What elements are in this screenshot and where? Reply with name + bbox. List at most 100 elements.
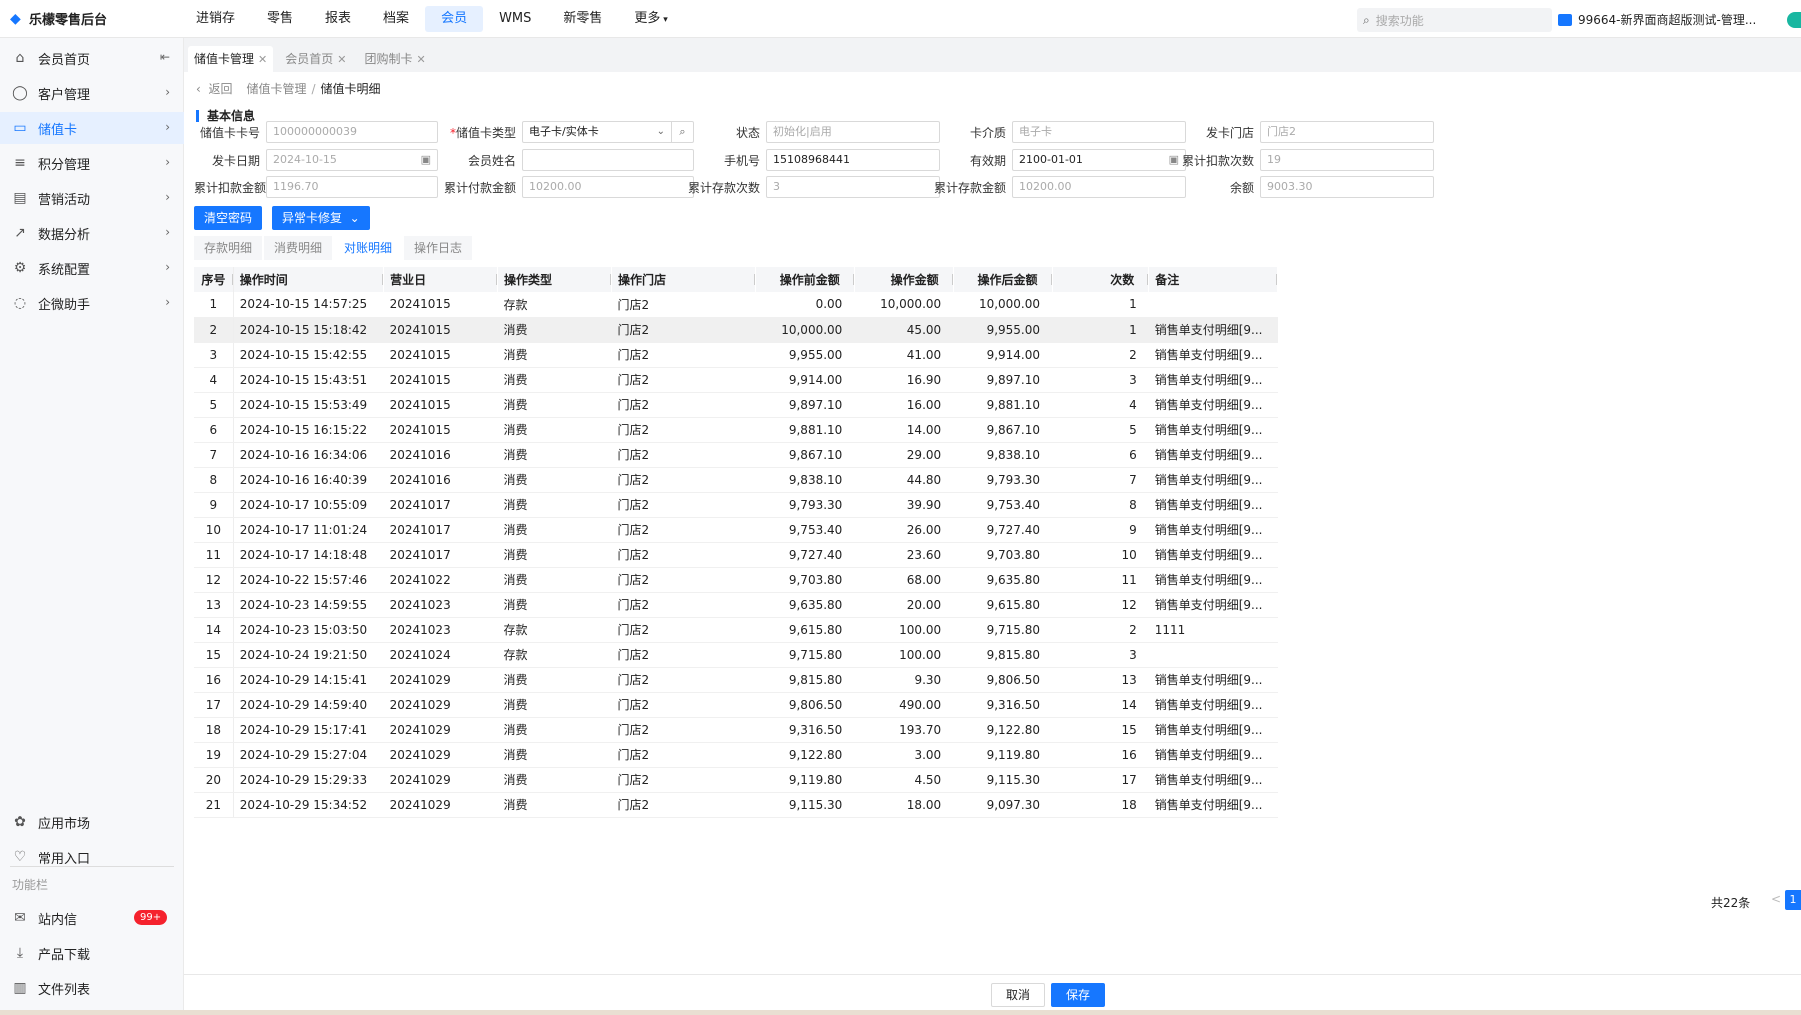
clear-password-button[interactable]: 清空密码 [194, 206, 263, 230]
table-row[interactable]: 2 2024-10-15 15:18:42 20241015 消费 门店2 10,000.… [194, 317, 1278, 343]
sidebar-tool-item-2[interactable]: ▥ 文件列表 [0, 972, 184, 1004]
sidebar-item-5[interactable]: ↗ 数据分析 › [0, 217, 184, 249]
sidebar-item-1[interactable]: ◯ 客户管理 › [0, 77, 184, 109]
table-cell: 20241015 [383, 292, 498, 318]
column-header-label: 操作后金额 [977, 273, 1038, 287]
column-resize-handle[interactable] [1276, 274, 1277, 285]
topnav-item-4[interactable]: 会员 [425, 5, 484, 32]
sidebar-tool-item-1[interactable]: ⤓ 产品下载 [0, 937, 184, 969]
issue-store-input[interactable]: 门店2 [1260, 121, 1434, 143]
page-tab-1[interactable]: 会员首页 ✕ [279, 46, 353, 72]
sidebar-item-2[interactable]: ▭ 储值卡 › [0, 112, 184, 144]
table-row[interactable]: 9 2024-10-17 10:55:09 20241017 消费 门店2 9,793.3… [194, 492, 1278, 518]
detail-tab-0[interactable]: 存款明细 [194, 236, 263, 260]
repair-card-button[interactable]: 异常卡修复 ⌄ [272, 206, 370, 230]
close-icon[interactable]: ✕ [258, 53, 267, 66]
column-header-7[interactable]: 操作后金额 [953, 267, 1053, 292]
topnav-item-2[interactable]: 报表 [309, 6, 367, 32]
close-icon[interactable]: ✕ [416, 53, 425, 66]
sidebar-bottom-item-1[interactable]: ♡ 常用入口 [0, 841, 184, 873]
medium-input[interactable]: 电子卡 [1012, 121, 1186, 143]
table-row[interactable]: 13 2024-10-23 14:59:55 20241023 消费 门店2 9,635.… [194, 592, 1278, 618]
table-row[interactable]: 6 2024-10-15 16:15:22 20241015 消费 门店2 9,881.1… [194, 417, 1278, 443]
sidebar-item-0[interactable]: ⌂ 会员首页 ⇤ [0, 42, 184, 74]
detail-tab-1[interactable]: 消费明细 [264, 236, 333, 260]
pager-page-1[interactable]: 1 [1785, 890, 1801, 910]
column-header-6[interactable]: 操作金额 [854, 267, 954, 292]
column-header-8[interactable]: 次数 [1052, 267, 1149, 292]
topnav-item-3[interactable]: 档案 [367, 6, 425, 32]
card-no-input[interactable]: 100000000039 [266, 121, 438, 143]
breadcrumb-parent[interactable]: 储值卡管理 [246, 80, 306, 97]
table-row[interactable]: 21 2024-10-29 15:34:52 20241029 消费 门店2 9,115.… [194, 792, 1278, 818]
sidebar-item-7[interactable]: ◌ 企微助手 › [0, 287, 184, 319]
member-name-input[interactable] [522, 149, 694, 171]
table-row[interactable]: 16 2024-10-29 14:15:41 20241029 消费 门店2 9,815.… [194, 667, 1278, 693]
search-box[interactable]: ⌕ 搜索功能 [1357, 8, 1552, 32]
topnav-item-5[interactable]: WMS [483, 6, 547, 32]
column-header-0[interactable]: 序号 [194, 267, 234, 292]
pager-prev-button[interactable]: < [1771, 892, 1781, 906]
deduct-amount-input[interactable]: 1196.70 [266, 176, 438, 198]
issue-date-input[interactable]: 2024-10-15 ▣ [266, 149, 438, 171]
table-row[interactable]: 7 2024-10-16 16:34:06 20241016 消费 门店2 9,867.1… [194, 442, 1278, 468]
sidebar-item-6[interactable]: ⚙ 系统配置 › [0, 252, 184, 284]
column-header-1[interactable]: 操作时间 [233, 267, 384, 292]
table-row[interactable]: 20 2024-10-29 15:29:33 20241029 消费 门店2 9,119.… [194, 767, 1278, 793]
page-tab-2[interactable]: 团购制卡 ✕ [358, 46, 432, 72]
app-logo[interactable]: ◆ 乐檬零售后台 [0, 9, 180, 29]
topnav-item-0[interactable]: 进销存 [180, 6, 251, 32]
table-cell: 门店2 [611, 517, 756, 543]
table-row[interactable]: 8 2024-10-16 16:40:39 20241016 消费 门店2 9,838.1… [194, 467, 1278, 493]
sidebar-bottom-item-0[interactable]: ✿ 应用市场 [0, 806, 184, 838]
sidebar-tool-item-0[interactable]: ✉ 站内信 99+ [0, 902, 184, 934]
page-tab-0[interactable]: 储值卡管理 ✕ [188, 46, 274, 72]
column-header-4[interactable]: 操作门店 [611, 267, 756, 292]
table-row[interactable]: 15 2024-10-24 19:21:50 20241024 存款 门店2 9,715.… [194, 642, 1278, 668]
card-type-select[interactable]: 电子卡/实体卡 ⌄ ⌕ [522, 121, 694, 143]
table-row[interactable]: 12 2024-10-22 15:57:46 20241022 消费 门店2 9,703.… [194, 567, 1278, 593]
table-row[interactable]: 4 2024-10-15 15:43:51 20241015 消费 门店2 9,914.0… [194, 367, 1278, 393]
table-cell: 15 [194, 642, 234, 668]
pay-amount-input[interactable]: 10200.00 [522, 176, 694, 198]
column-header-9[interactable]: 备注 [1148, 267, 1278, 292]
topnav-item-7[interactable]: 更多 ▾ [618, 6, 683, 32]
table-row[interactable]: 14 2024-10-23 15:03:50 20241023 存款 门店2 9,615.… [194, 617, 1278, 643]
table-row[interactable]: 3 2024-10-15 15:42:55 20241015 消费 门店2 9,955.0… [194, 342, 1278, 368]
column-header-label: 序号 [201, 273, 226, 287]
detail-tab-2[interactable]: 对账明细 [334, 236, 403, 260]
account-switcher[interactable]: 99664-新界面商超版测试-管理... [1558, 11, 1756, 28]
table-row[interactable]: 18 2024-10-29 15:17:41 20241029 消费 门店2 9,316.… [194, 717, 1278, 743]
balance-input[interactable]: 9003.30 [1260, 176, 1434, 198]
deposit-count-input[interactable]: 3 [766, 176, 940, 198]
status-input[interactable]: 初始化|启用 [766, 121, 940, 143]
table-row[interactable]: 19 2024-10-29 15:27:04 20241029 消费 门店2 9,122.… [194, 742, 1278, 768]
close-icon[interactable]: ✕ [337, 53, 346, 66]
topnav-item-1[interactable]: 零售 [251, 6, 309, 32]
column-header-3[interactable]: 操作类型 [497, 267, 612, 292]
deduct-count-input[interactable]: 19 [1260, 149, 1434, 171]
table-cell: 2024-10-17 11:01:24 [233, 517, 384, 543]
column-header-5[interactable]: 操作前金额 [755, 267, 855, 292]
expiry-input[interactable]: 2100-01-01 ▣ [1012, 149, 1186, 171]
detail-tab-3[interactable]: 操作日志 [404, 236, 473, 260]
collapse-left-icon[interactable]: ⇤ [160, 50, 170, 64]
deposit-amount-input[interactable]: 10200.00 [1012, 176, 1186, 198]
account-name: 99664-新界面商超版测试-管理... [1578, 13, 1757, 27]
back-link[interactable]: ‹ 返回 [196, 80, 232, 97]
save-button[interactable]: 保存 [1051, 983, 1105, 1007]
phone-input[interactable]: 15108968441 [766, 149, 940, 171]
table-cell: 门店2 [611, 442, 756, 468]
table-row[interactable]: 11 2024-10-17 14:18:48 20241017 消费 门店2 9,727.… [194, 542, 1278, 568]
table-row[interactable]: 5 2024-10-15 15:53:49 20241015 消费 门店2 9,897.1… [194, 392, 1278, 418]
table-row[interactable]: 17 2024-10-29 14:59:40 20241029 消费 门店2 9,806.… [194, 692, 1278, 718]
sidebar-item-3[interactable]: ≡ 积分管理 › [0, 147, 184, 179]
table-row[interactable]: 1 2024-10-15 14:57:25 20241015 存款 门店2 0.00 10,… [194, 292, 1278, 318]
avatar[interactable] [1787, 12, 1801, 28]
chevron-right-icon: › [165, 260, 170, 274]
column-header-2[interactable]: 营业日 [383, 267, 498, 292]
topnav-item-6[interactable]: 新零售 [547, 6, 618, 32]
sidebar-item-4[interactable]: ▤ 营销活动 › [0, 182, 184, 214]
cancel-button[interactable]: 取消 [991, 983, 1045, 1007]
table-row[interactable]: 10 2024-10-17 11:01:24 20241017 消费 门店2 9,753.… [194, 517, 1278, 543]
